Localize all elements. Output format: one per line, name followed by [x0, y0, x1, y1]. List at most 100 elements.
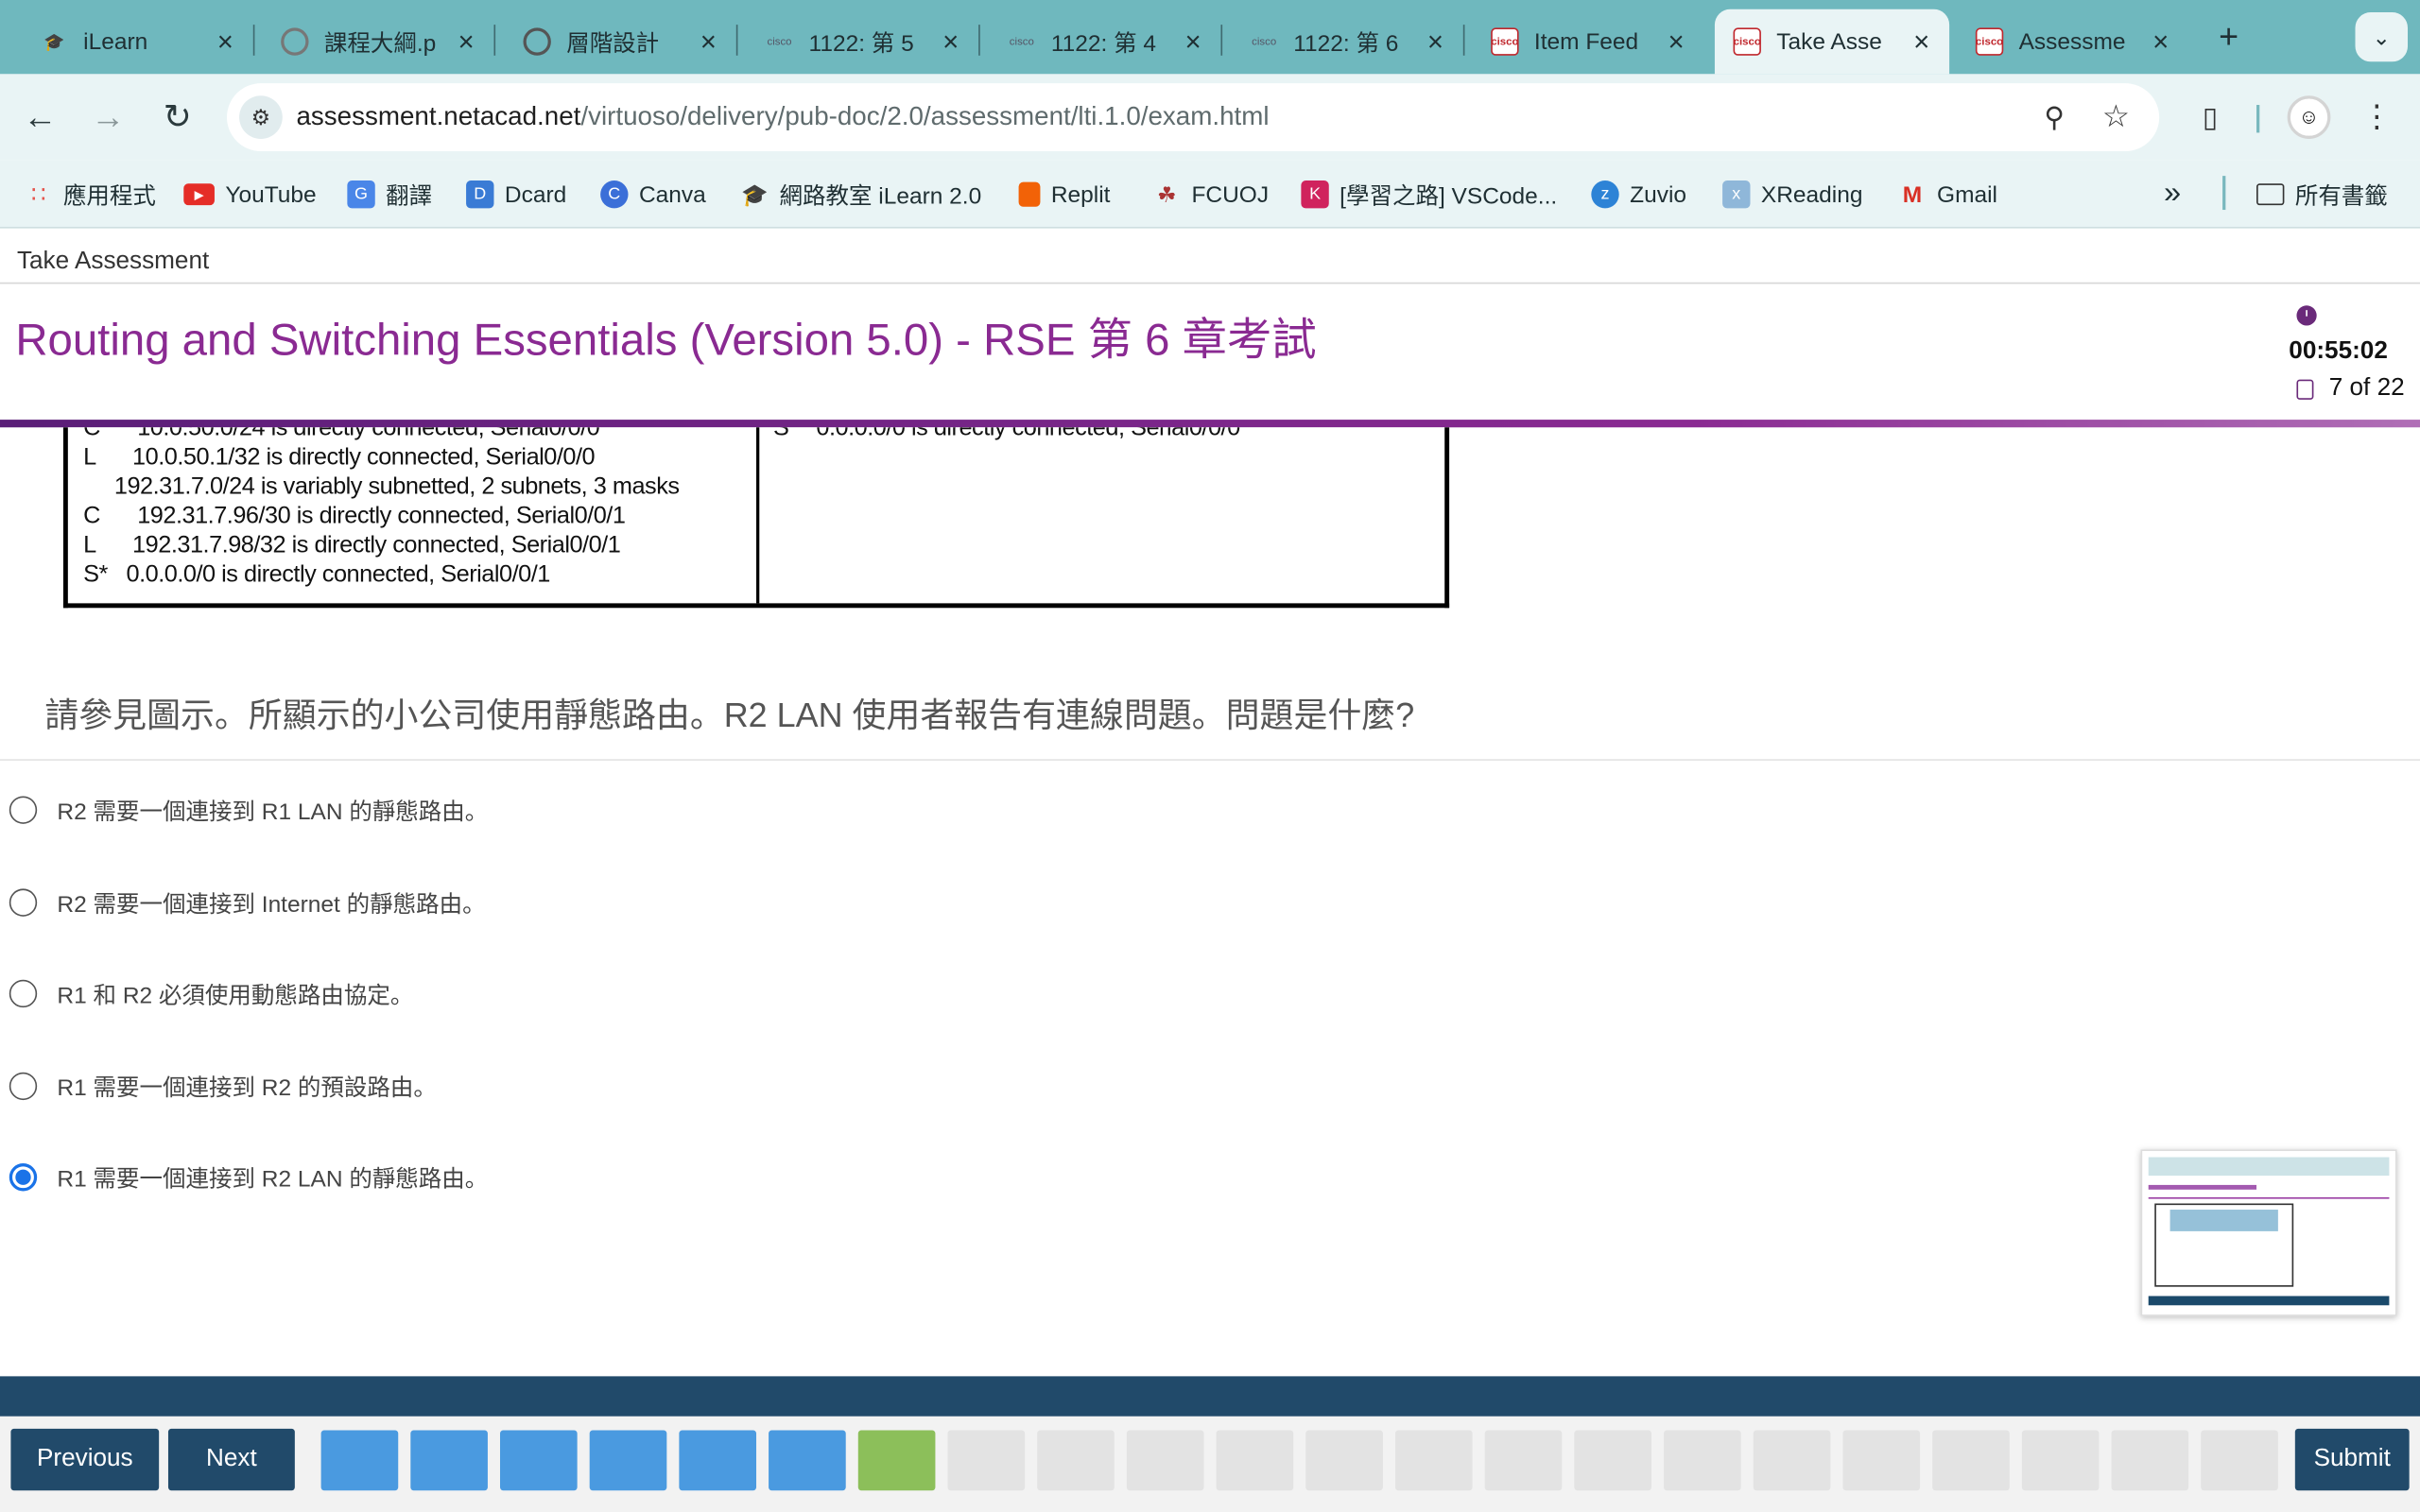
tab-chapter-6[interactable]: cisco 1122: 第 6 × [1232, 9, 1465, 75]
question-nav-box[interactable] [1664, 1430, 1741, 1491]
next-button[interactable]: Next [167, 1428, 295, 1491]
question-nav-box[interactable] [857, 1430, 936, 1491]
tab-take-assessment[interactable]: cisco Take Asse × [1714, 9, 1950, 75]
close-icon[interactable]: × [693, 26, 724, 58]
question-nav-box[interactable] [1126, 1430, 1204, 1491]
profile-avatar[interactable]: ☺ [2287, 95, 2331, 139]
tab-separator [252, 25, 255, 56]
bookmark-label: [學習之路] VSCode... [1340, 182, 1558, 210]
bookmark-fcuoj[interactable]: ☘ FCUOJ [1153, 176, 1269, 213]
bookmark-youtube[interactable]: ▶ YouTube [183, 176, 317, 213]
forward-arrow-icon[interactable]: → [83, 93, 132, 142]
tab-syllabus[interactable]: 課程大綱.p × [263, 9, 496, 75]
canva-icon: C [600, 180, 629, 209]
tab-chapter-4[interactable]: cisco 1122: 第 4 × [990, 9, 1223, 75]
question-nav-box[interactable] [1037, 1430, 1115, 1491]
reload-icon[interactable]: ↻ [153, 93, 202, 142]
tab-search-chevron-icon[interactable]: ⌄ [2355, 12, 2409, 62]
answer-label[interactable]: R1 需要一個連接到 R2 的預設路由。 [57, 1070, 436, 1102]
question-nav-box[interactable] [769, 1430, 846, 1491]
radio-button[interactable] [9, 796, 38, 824]
tab-chapter-5[interactable]: cisco 1122: 第 5 × [747, 9, 980, 75]
radio-button[interactable] [9, 979, 38, 1008]
bookmark-translate[interactable]: G 翻譯 [347, 176, 432, 213]
question-nav-box[interactable] [320, 1430, 399, 1491]
bookmark-canva[interactable]: C Canva [600, 176, 706, 213]
kebab-menu-icon[interactable]: ⋮ [2359, 95, 2395, 139]
routing-entry: L 192.31.7.98/32 is directly connected, … [83, 532, 621, 559]
question-nav-box[interactable] [1484, 1430, 1563, 1491]
answer-option[interactable]: R1 需要一個連接到 R2 LAN 的靜態路由。 [9, 1158, 488, 1197]
header-divider [0, 282, 2420, 284]
address-url[interactable]: assessment.netacad.net/virtuoso/delivery… [296, 102, 1269, 133]
question-nav-box[interactable] [2021, 1430, 2100, 1491]
close-icon[interactable]: × [210, 26, 241, 58]
bookmark-dcard[interactable]: D Dcard [466, 176, 566, 213]
answer-label[interactable]: R2 需要一個連接到 R1 LAN 的靜態路由。 [57, 794, 488, 826]
tab-item-feedback[interactable]: cisco Item Feed × [1473, 9, 1704, 75]
question-nav-box[interactable] [1574, 1430, 1651, 1491]
bookmark-gmail[interactable]: M Gmail [1898, 176, 1997, 213]
back-arrow-icon[interactable]: ← [15, 93, 64, 142]
new-tab-button[interactable]: + [2207, 15, 2251, 59]
zoom-icon[interactable]: ⚲ [2032, 95, 2076, 139]
bookmark-label: Zuvio [1630, 180, 1687, 208]
tab-strip: 🎓 iLearn × 課程大綱.p × 層階設計 × cisco 1122: 第… [0, 0, 2420, 75]
screenshot-thumbnail-preview[interactable] [2140, 1149, 2397, 1316]
bookmark-label: XReading [1760, 180, 1863, 208]
close-icon[interactable]: × [1661, 26, 1692, 58]
question-nav-box[interactable] [589, 1430, 667, 1491]
radio-button[interactable] [9, 1072, 38, 1101]
answer-label[interactable]: R2 需要一個連接到 Internet 的靜態路由。 [57, 886, 485, 919]
bookmark-star-icon[interactable]: ☆ [2095, 95, 2138, 139]
answer-label[interactable]: R1 需要一個連接到 R2 LAN 的靜態路由。 [57, 1161, 488, 1194]
all-bookmarks-folder[interactable]: 所有書籤 [2256, 176, 2388, 213]
close-icon[interactable]: × [1420, 26, 1451, 58]
question-nav-box[interactable] [1305, 1430, 1383, 1491]
submit-button[interactable]: Submit [2294, 1428, 2410, 1491]
question-nav-box[interactable] [1753, 1430, 1831, 1491]
question-nav-box[interactable] [1394, 1430, 1473, 1491]
address-bar[interactable]: ⚙ assessment.netacad.net/virtuoso/delive… [227, 83, 2160, 152]
close-icon[interactable]: × [451, 26, 482, 58]
tab-title: 1122: 第 5 [808, 29, 914, 57]
answer-label[interactable]: R1 和 R2 必須使用動態路由協定。 [57, 977, 413, 1009]
radio-button[interactable] [9, 888, 38, 917]
bookmark-replit[interactable]: Replit [1018, 176, 1110, 213]
tab-separator [978, 25, 980, 56]
answer-option[interactable]: R2 需要一個連接到 R1 LAN 的靜態路由。 [9, 790, 488, 830]
question-nav-box[interactable] [679, 1430, 757, 1491]
bookmark-zuvio[interactable]: z Zuvio [1591, 176, 1686, 213]
tab-assessment[interactable]: cisco Assessme × [1957, 9, 2188, 75]
question-nav-box[interactable] [1216, 1430, 1294, 1491]
radio-button-selected[interactable] [9, 1163, 38, 1192]
question-nav-box[interactable] [410, 1430, 488, 1491]
tab-title: 1122: 第 6 [1293, 29, 1399, 57]
bookmark-xreading[interactable]: x XReading [1722, 176, 1862, 213]
cisco-icon: cisco [1252, 36, 1277, 47]
bookmark-ilearn[interactable]: 🎓 網路教室 iLearn 2.0 [741, 176, 981, 213]
question-nav-box[interactable] [1932, 1430, 2010, 1491]
question-nav-box[interactable] [499, 1430, 578, 1491]
close-icon[interactable]: × [935, 26, 966, 58]
previous-button[interactable]: Previous [10, 1428, 160, 1491]
folder-icon [2256, 183, 2285, 206]
answer-option[interactable]: R1 需要一個連接到 R2 的預設路由。 [9, 1066, 437, 1106]
site-info-icon[interactable]: ⚙ [239, 95, 283, 139]
close-icon[interactable]: × [1906, 26, 1937, 58]
question-nav-box[interactable] [1842, 1430, 1921, 1491]
extensions-puzzle-icon[interactable]: ▯ [2188, 95, 2232, 139]
bookmark-label: YouTube [225, 180, 317, 208]
question-nav-box[interactable] [947, 1430, 1026, 1491]
close-icon[interactable]: × [2145, 26, 2176, 58]
close-icon[interactable]: × [1178, 26, 1209, 58]
answer-option[interactable]: R2 需要一個連接到 Internet 的靜態路由。 [9, 883, 486, 922]
tab-hierarchy-design[interactable]: 層階設計 × [505, 9, 738, 75]
tab-ilearn[interactable]: 🎓 iLearn × [22, 9, 255, 75]
question-nav-box[interactable] [2201, 1430, 2278, 1491]
question-nav-box[interactable] [2111, 1430, 2189, 1491]
bookmark-apps[interactable]: ∷ 應用程式 [25, 176, 156, 213]
answer-option[interactable]: R1 和 R2 必須使用動態路由協定。 [9, 973, 414, 1013]
bookmark-vscode-learning[interactable]: K [學習之路] VSCode... [1301, 176, 1557, 213]
bookmarks-overflow-chevron-icon[interactable]: » [2164, 176, 2181, 212]
